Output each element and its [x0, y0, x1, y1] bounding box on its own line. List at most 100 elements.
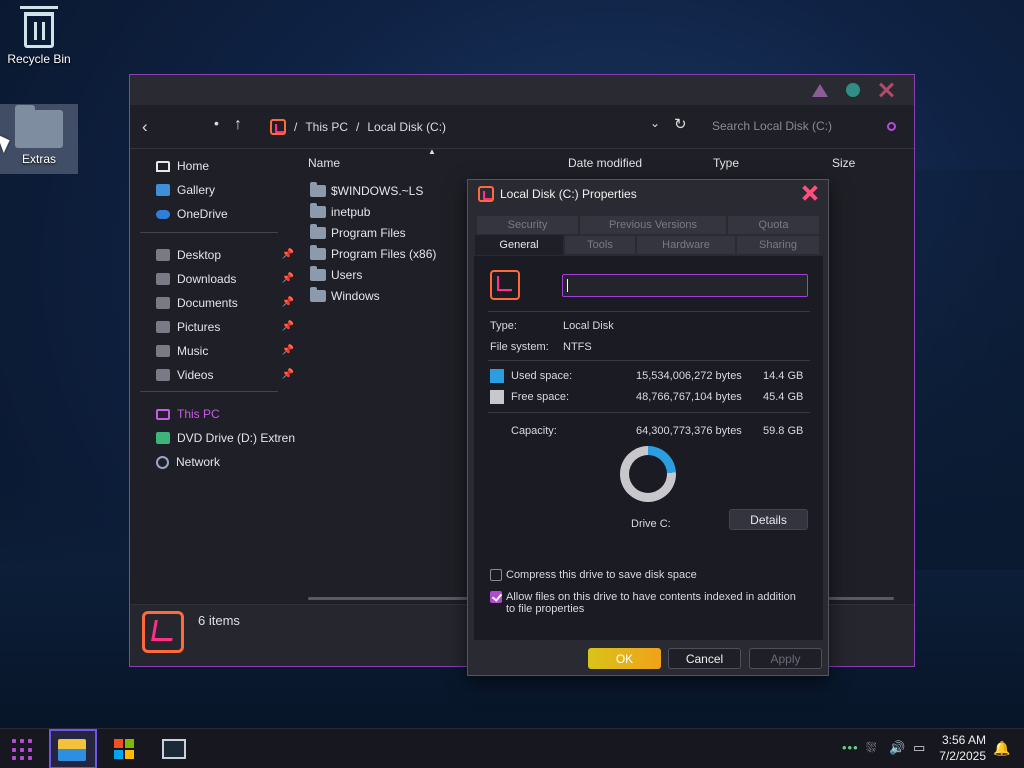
pin-icon[interactable]: 📌 [282, 297, 294, 308]
sidebar-label: This PC [177, 407, 220, 421]
tab-sharing[interactable]: Sharing [736, 235, 820, 255]
sidebar-item-downloads[interactable]: Downloads 📌 [140, 267, 294, 291]
divider [488, 412, 810, 413]
sidebar-label: Home [177, 159, 210, 173]
file-row[interactable]: Windows [310, 286, 380, 306]
chevron-down-icon[interactable]: ⌄ [650, 116, 660, 130]
apply-button[interactable]: Apply [749, 648, 822, 669]
folder-icon [15, 105, 63, 148]
index-checkbox[interactable] [490, 591, 502, 603]
column-header-size[interactable]: Size [832, 156, 855, 170]
breadcrumb-this-pc[interactable]: This PC [305, 120, 348, 134]
network-disconnected-icon[interactable]: ⛆ [866, 740, 876, 756]
file-system-value: NTFS [563, 341, 592, 353]
cancel-button[interactable]: Cancel [668, 648, 741, 669]
file-row[interactable]: Users [310, 265, 362, 285]
sidebar-label: Documents [177, 296, 238, 310]
drive-logo-icon [490, 270, 520, 300]
file-row[interactable]: inetpub [310, 202, 370, 222]
explorer-navbar: ‹ • ↑ / This PC / Local Disk (C:) ⌄ ↻ Se… [130, 105, 914, 149]
network-icon [156, 455, 169, 469]
minimize-icon[interactable] [812, 83, 828, 97]
disk-usage-donut-chart [620, 446, 676, 502]
folder-icon [310, 266, 326, 281]
free-space-label: Free space: [511, 391, 570, 403]
tab-general[interactable]: General [474, 234, 564, 256]
pin-icon[interactable]: 📌 [282, 321, 294, 332]
file-row[interactable]: Program Files (x86) [310, 244, 436, 264]
drive-label-input[interactable] [562, 274, 808, 297]
close-icon[interactable] [802, 185, 818, 201]
sidebar-item-pictures[interactable]: Pictures 📌 [140, 315, 294, 339]
gallery-icon [156, 184, 170, 196]
sidebar-item-gallery[interactable]: Gallery [140, 178, 290, 202]
sidebar-item-home[interactable]: Home [140, 154, 290, 178]
search-input[interactable]: Search Local Disk (C:) [712, 119, 832, 133]
up-arrow-icon[interactable]: ↑ [234, 116, 242, 134]
file-row[interactable]: Program Files [310, 223, 406, 243]
column-header-date[interactable]: Date modified [568, 156, 642, 170]
breadcrumb[interactable]: / This PC / Local Disk (C:) [270, 119, 446, 135]
file-row[interactable]: $WINDOWS.~LS [310, 181, 423, 201]
file-name: Windows [331, 289, 380, 303]
sidebar-divider [140, 232, 278, 233]
file-system-label: File system: [490, 341, 549, 353]
notification-bell-icon[interactable]: 🔔 [993, 740, 1010, 757]
desktop-icon-extras[interactable]: Extras [1, 105, 77, 166]
folder-icon [156, 273, 170, 285]
dialog-titlebar[interactable]: Local Disk (C:) Properties [468, 180, 828, 208]
sidebar-item-desktop[interactable]: Desktop 📌 [140, 243, 294, 267]
display-icon[interactable]: ▭ [913, 740, 925, 756]
microsoft-store-icon[interactable] [114, 739, 134, 759]
sidebar-item-videos[interactable]: Videos 📌 [140, 363, 294, 387]
sidebar-item-onedrive[interactable]: OneDrive [140, 202, 290, 226]
pin-icon[interactable]: 📌 [282, 273, 294, 284]
volume-icon[interactable]: 🔊 [889, 740, 905, 756]
tab-hardware[interactable]: Hardware [636, 235, 736, 255]
sidebar-item-dvd-drive[interactable]: DVD Drive (D:) Extren [140, 426, 295, 450]
computer-icon [156, 408, 170, 420]
sidebar-item-network[interactable]: Network [140, 450, 290, 474]
tray-overflow-icon[interactable]: ••• [842, 740, 859, 755]
type-value: Local Disk [563, 320, 614, 332]
tab-tools[interactable]: Tools [564, 235, 636, 255]
free-space-swatch [490, 390, 504, 404]
desktop-icon-recycle-bin[interactable]: Recycle Bin [1, 6, 77, 66]
sidebar-label: Downloads [177, 272, 237, 286]
pin-icon[interactable]: 📌 [282, 249, 294, 260]
back-arrow-icon[interactable]: ‹ [142, 117, 148, 137]
breadcrumb-local-disk[interactable]: Local Disk (C:) [367, 120, 446, 134]
news-widget-icon[interactable] [162, 739, 186, 759]
sidebar-item-music[interactable]: Music 📌 [140, 339, 294, 363]
forward-dot-icon[interactable]: • [214, 115, 219, 131]
sidebar-item-documents[interactable]: Documents 📌 [140, 291, 294, 315]
pin-icon[interactable]: 📌 [282, 345, 294, 356]
refresh-icon[interactable]: ↻ [674, 115, 687, 133]
sidebar-item-this-pc[interactable]: This PC [140, 402, 290, 426]
column-header-type[interactable]: Type [713, 156, 739, 170]
tab-security[interactable]: Security [476, 215, 579, 235]
tab-quota[interactable]: Quota [727, 215, 820, 235]
file-explorer-icon [58, 739, 86, 761]
compress-checkbox[interactable] [490, 569, 502, 581]
used-space-label: Used space: [511, 370, 573, 382]
explorer-titlebar[interactable] [130, 75, 914, 105]
clock[interactable]: 3:56 AM 7/2/2025 [939, 732, 986, 764]
search-icon[interactable] [887, 122, 896, 131]
pin-icon[interactable]: 📌 [282, 369, 294, 380]
capacity-gb: 59.8 GB [763, 425, 804, 437]
recycle-bin-icon [20, 6, 58, 48]
start-menu-icon[interactable] [12, 739, 34, 761]
maximize-icon[interactable] [846, 83, 860, 97]
folder-icon [156, 345, 170, 357]
general-tab-panel: Type: Local Disk File system: NTFS Used … [474, 256, 823, 640]
close-icon[interactable] [878, 82, 894, 98]
ok-button[interactable]: OK [588, 648, 661, 669]
details-button[interactable]: Details [729, 509, 808, 530]
file-name: Program Files (x86) [331, 247, 437, 261]
sidebar-label: DVD Drive (D:) Extren [177, 431, 296, 445]
folder-icon [156, 321, 170, 333]
tab-previous-versions[interactable]: Previous Versions [579, 215, 727, 235]
column-header-name[interactable]: Name [308, 156, 340, 170]
capacity-label: Capacity: [511, 425, 557, 437]
